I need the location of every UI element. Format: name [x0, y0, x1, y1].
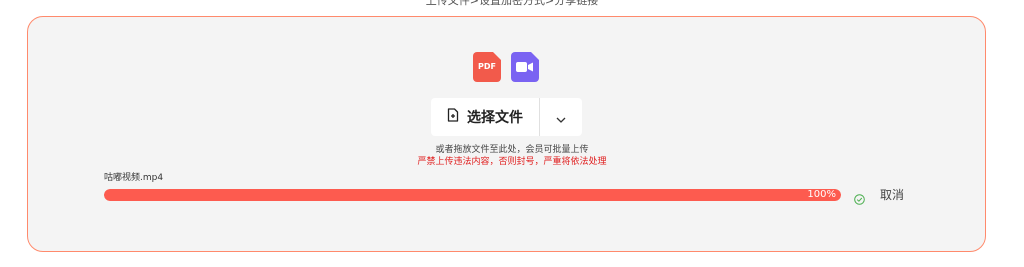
video-file-icon — [511, 52, 539, 82]
select-file-button[interactable]: 选择文件 — [431, 98, 539, 136]
drag-drop-hint: 或者拖放文件至此处，会员可批量上传 — [435, 145, 589, 155]
cancel-upload-button[interactable]: 取消 — [880, 187, 904, 203]
upload-progress-label: 100% — [807, 189, 836, 200]
file-icon — [447, 108, 459, 126]
check-circle-icon — [854, 190, 865, 209]
upload-progress-bar: 100% — [104, 189, 841, 201]
uploaded-file-name: 咕嘟视频.mp4 — [104, 173, 164, 183]
upload-warning: 严禁上传违法内容，否则封号，严重将依法处理 — [417, 157, 607, 167]
select-file-group: 选择文件 — [431, 98, 582, 136]
file-type-icons: PDF — [473, 52, 539, 82]
select-file-label: 选择文件 — [467, 110, 523, 126]
pdf-icon-label: PDF — [478, 62, 496, 71]
upload-steps-breadcrumb: 上传文件>设置加密方式>分享链接 — [425, 0, 599, 7]
pdf-file-icon: PDF — [473, 52, 501, 82]
upload-options-dropdown[interactable] — [540, 98, 582, 136]
chevron-down-icon — [556, 108, 566, 127]
upload-progress-fill: 100% — [104, 189, 841, 201]
